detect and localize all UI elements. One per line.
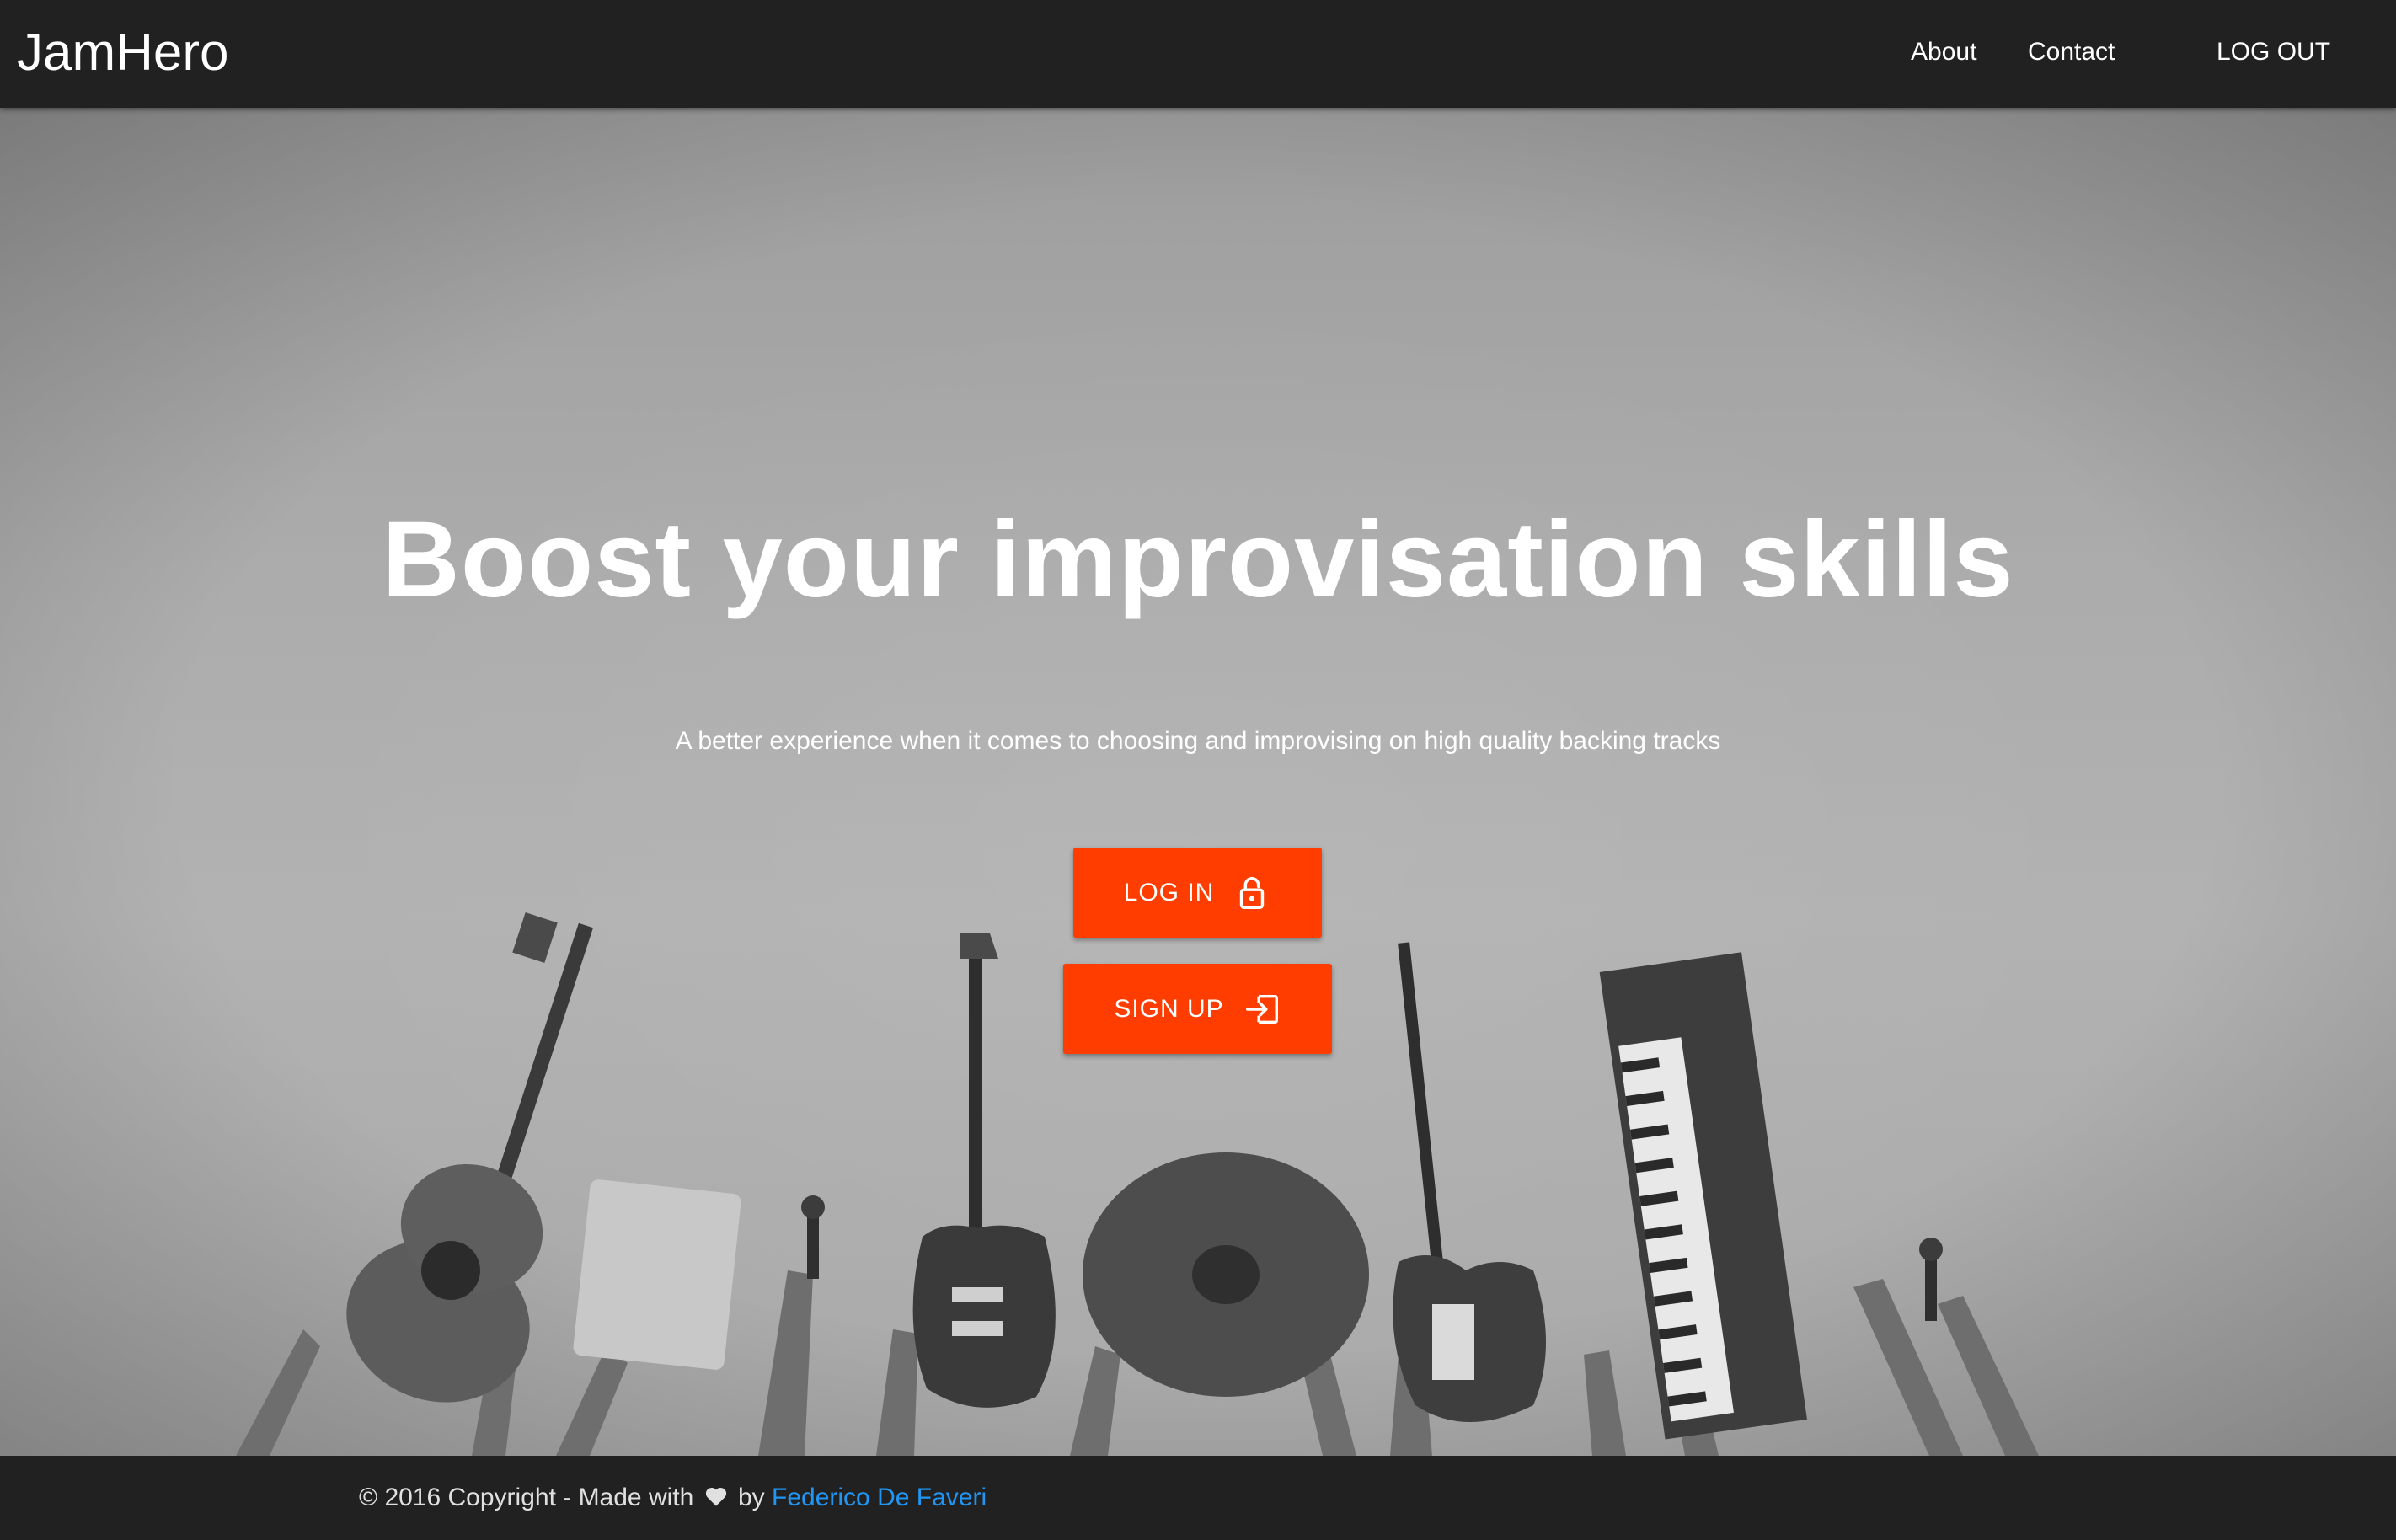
brand-logo[interactable]: JamHero <box>17 22 229 84</box>
sign-in-icon <box>1245 994 1278 1024</box>
signup-button[interactable]: SIGN UP <box>1063 964 1332 1054</box>
nav-about-link[interactable]: About <box>1911 35 1976 69</box>
footer: © 2016 Copyright - Made with by Federico… <box>0 1456 2396 1540</box>
hero-headline: Boost your improvisation skills <box>382 500 2014 620</box>
hero-section: Boost your improvisation skills A better… <box>0 108 2396 1456</box>
footer-prefix: © 2016 Copyright - Made with <box>359 1484 694 1511</box>
author-link[interactable]: Federico De Faveri <box>772 1484 987 1511</box>
app-root: JamHero About Contact LOG OUT Boost your… <box>0 0 2396 1540</box>
hero-subheadline: A better experience when it comes to cho… <box>675 727 1721 755</box>
nav-contact-link[interactable]: Contact <box>2028 35 2115 69</box>
hero-background-image <box>236 912 2039 1456</box>
footer-by: by <box>737 1484 765 1511</box>
top-navbar: JamHero About Contact LOG OUT <box>0 0 2396 108</box>
signup-button-label: SIGN UP <box>1114 994 1224 1023</box>
nav-logout-link[interactable]: LOG OUT <box>2217 35 2330 69</box>
login-button[interactable]: LOG IN <box>1073 848 1322 938</box>
footer-copyright: © 2016 Copyright - Made with by Federico… <box>359 1481 987 1515</box>
lock-open-icon <box>1240 876 1265 909</box>
heart-icon <box>705 1487 726 1506</box>
login-button-label: LOG IN <box>1123 878 1215 906</box>
